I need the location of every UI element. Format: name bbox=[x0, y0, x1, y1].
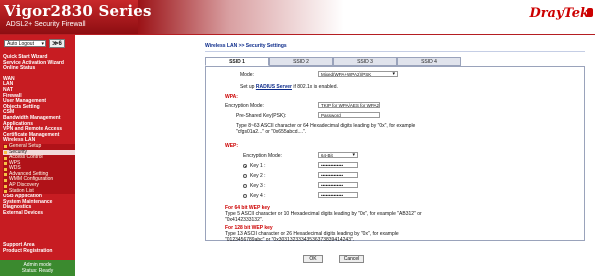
key-1-label: Key 1 : bbox=[250, 163, 266, 169]
key-2-input[interactable]: •••••••••••••• bbox=[318, 172, 358, 178]
header-bar: Vigor2830 Series ADSL2+ Security Firewal… bbox=[0, 0, 595, 34]
support-area: Support Area Product Registration bbox=[3, 242, 52, 254]
wpa-heading: WPA: bbox=[225, 94, 238, 100]
header-gradient bbox=[138, 0, 595, 34]
key-2-radio[interactable] bbox=[243, 174, 247, 178]
encryption-mode-label: Encryption Mode: bbox=[225, 103, 264, 109]
mode-select[interactable]: Mixed(WPA+WPA2)/PSK bbox=[318, 71, 398, 77]
sidebar-menu: Quick Start Wizard Service Activation Wiz… bbox=[3, 54, 75, 217]
product-registration-link[interactable]: Product Registration bbox=[3, 248, 52, 254]
radius-server-link[interactable]: RADIUS Server bbox=[256, 84, 292, 90]
radius-suffix: if 802.1x is enabled. bbox=[292, 84, 338, 90]
draytek-logo: DrayTek bbox=[529, 6, 589, 21]
sidebar-item-external-devices[interactable]: External Devices bbox=[3, 210, 75, 217]
sidebar-controls: Auto Logout ≫6 bbox=[2, 38, 73, 48]
status-ready: Status: Ready bbox=[21, 268, 54, 274]
go-button[interactable]: ≫6 bbox=[49, 39, 65, 48]
product-subtitle: ADSL2+ Security Firewall bbox=[6, 21, 86, 28]
sidebar: Auto Logout ≫6 Quick Start WizardService… bbox=[0, 35, 75, 276]
key-1-input[interactable]: •••••••••••••• bbox=[318, 162, 358, 168]
sidebar-subitem-station-list[interactable]: Station List bbox=[3, 188, 75, 195]
auto-logout-select[interactable]: Auto Logout bbox=[4, 40, 46, 48]
header-divider bbox=[0, 34, 595, 35]
wep128-hint-2: "0123456789abc" or "0x303132333435363738… bbox=[225, 237, 355, 243]
status-box: Admin mode Status: Ready bbox=[0, 260, 75, 276]
key-4-radio[interactable] bbox=[243, 194, 247, 198]
logo-mark-icon bbox=[587, 8, 593, 17]
tab-ssid-1[interactable]: SSID 1 bbox=[205, 57, 269, 66]
key-4-input[interactable]: •••••••••••••• bbox=[318, 192, 358, 198]
key-3-input[interactable]: •••••••••••••• bbox=[318, 182, 358, 188]
mode-label: Mode: bbox=[240, 72, 254, 78]
tab-ssid-2[interactable]: SSID 2 bbox=[269, 57, 333, 66]
cancel-button[interactable]: Cancel bbox=[339, 255, 364, 263]
tab-ssid-4[interactable]: SSID 4 bbox=[397, 57, 461, 66]
wep-encryption-select[interactable]: 64-Bit bbox=[318, 152, 358, 158]
radius-prefix: Set up bbox=[240, 84, 256, 90]
breadcrumb-divider bbox=[205, 51, 585, 52]
encryption-mode-field[interactable]: TKIP for WPA/AES for WPA2 bbox=[318, 102, 380, 108]
breadcrumb: Wireless LAN >> Security Settings bbox=[205, 43, 287, 49]
key-1-radio[interactable] bbox=[243, 164, 247, 168]
psk-label: Pre-Shared Key(PSK): bbox=[236, 113, 287, 119]
key-3-label: Key 3 : bbox=[250, 183, 266, 189]
key-3-radio[interactable] bbox=[243, 184, 247, 188]
radius-note: Set up RADIUS Server if 802.1x is enable… bbox=[240, 84, 338, 90]
psk-hint-2: "cfgs01a2..." or "0x655abcd....". bbox=[236, 129, 307, 135]
ok-button[interactable]: OK bbox=[303, 255, 323, 263]
tab-ssid-3[interactable]: SSID 3 bbox=[333, 57, 397, 66]
wep-heading: WEP: bbox=[225, 143, 239, 149]
product-title: Vigor2830 Series bbox=[4, 2, 152, 20]
key-2-label: Key 2 : bbox=[250, 173, 266, 179]
psk-input[interactable]: Password bbox=[318, 112, 380, 118]
key-4-label: Key 4 : bbox=[250, 193, 266, 199]
wep-encryption-label: Encryption Mode: bbox=[243, 153, 282, 159]
security-panel: Mode: Mixed(WPA+WPA2)/PSK Set up RADIUS … bbox=[205, 66, 585, 243]
wep64-hint-2: "0x4142333132". bbox=[225, 217, 264, 223]
